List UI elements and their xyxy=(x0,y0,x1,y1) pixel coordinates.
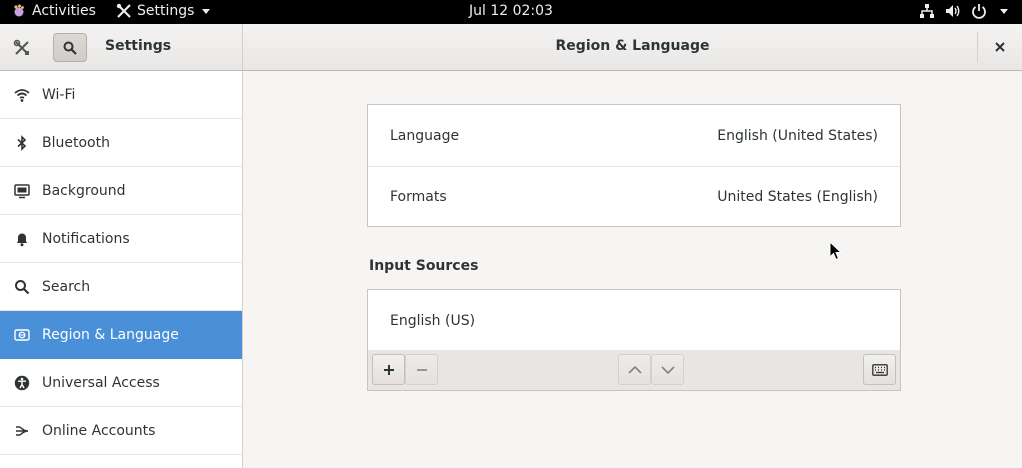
close-button[interactable] xyxy=(990,37,1010,57)
sidebar-item-online-accounts[interactable]: Online Accounts xyxy=(0,407,242,455)
sidebar-item-region-language[interactable]: Region & Language xyxy=(0,311,242,359)
sidebar-item-label: Background xyxy=(42,182,126,199)
input-sources-list: English (US) xyxy=(367,289,901,351)
header-separator xyxy=(977,32,978,62)
sidebar-item-label: Universal Access xyxy=(42,374,160,391)
sidebar-item-label: Wi-Fi xyxy=(42,86,76,103)
sidebar-title: Settings xyxy=(105,38,172,54)
sidebar-item-label: Region & Language xyxy=(42,326,179,343)
power-icon xyxy=(972,4,986,19)
volume-icon xyxy=(946,5,960,17)
search-icon xyxy=(63,41,77,55)
language-value: English (United States) xyxy=(717,127,878,144)
system-tray[interactable] xyxy=(919,3,1008,19)
move-down-button[interactable] xyxy=(651,354,684,385)
sidebar-item-bluetooth[interactable]: Bluetooth xyxy=(0,119,242,167)
sidebar-item-notifications[interactable]: Notifications xyxy=(0,215,242,263)
sidebar-item-search[interactable]: Search xyxy=(0,263,242,311)
plus-icon xyxy=(383,364,394,375)
formats-value: United States (English) xyxy=(717,189,878,205)
language-row[interactable]: Language English (United States) xyxy=(368,105,900,166)
chevron-down-icon xyxy=(660,365,675,374)
input-source-row[interactable]: English (US) xyxy=(368,290,900,351)
sidebar: Wi-Fi Bluetooth Background Notifications xyxy=(0,71,243,468)
clock: Jul 12 02:03 xyxy=(0,3,1022,19)
background-icon xyxy=(14,183,30,199)
page-title: Region & Language xyxy=(555,38,710,54)
chevron-up-icon xyxy=(627,365,642,374)
sidebar-header: Settings xyxy=(0,24,243,70)
search-icon xyxy=(14,279,30,295)
input-sources-title: Input Sources xyxy=(369,258,479,274)
sidebar-item-label: Search xyxy=(42,278,91,295)
input-sources-toolbar xyxy=(367,350,901,391)
keyboard-layout-button[interactable] xyxy=(863,354,896,385)
wifi-icon xyxy=(14,87,30,103)
network-wired-icon xyxy=(920,4,934,18)
formats-label: Formats xyxy=(390,189,447,205)
header-bar: Settings Region & Language xyxy=(0,24,1022,71)
sidebar-item-universal-access[interactable]: Universal Access xyxy=(0,359,242,407)
minus-icon xyxy=(416,368,427,371)
region-icon xyxy=(14,327,30,343)
keyboard-icon xyxy=(871,363,888,376)
language-label: Language xyxy=(390,127,460,144)
mouse-cursor-icon xyxy=(829,241,843,261)
sidebar-item-background[interactable]: Background xyxy=(0,167,242,215)
top-bar: Activities Settings Jul 12 02:03 xyxy=(0,0,1022,24)
sidebar-item-label: Online Accounts xyxy=(42,422,156,439)
online-accounts-icon xyxy=(14,423,30,439)
sidebar-item-label: Bluetooth xyxy=(42,134,110,151)
settings-tools-icon xyxy=(10,36,34,60)
clock-label[interactable]: Jul 12 02:03 xyxy=(469,3,553,19)
accessibility-icon xyxy=(14,375,30,391)
bell-icon xyxy=(14,231,30,247)
input-source-label: English (US) xyxy=(390,312,476,329)
search-button[interactable] xyxy=(53,33,87,62)
sidebar-item-wifi[interactable]: Wi-Fi xyxy=(0,71,242,119)
add-input-source-button[interactable] xyxy=(372,354,405,385)
move-up-button[interactable] xyxy=(618,354,651,385)
language-formats-list: Language English (United States) Formats… xyxy=(367,104,901,227)
remove-input-source-button[interactable] xyxy=(405,354,438,385)
formats-row[interactable]: Formats United States (English) xyxy=(368,166,900,227)
sidebar-item-label: Notifications xyxy=(42,230,130,247)
close-icon xyxy=(995,42,1005,52)
bluetooth-icon xyxy=(14,134,30,151)
chevron-down-icon xyxy=(1000,8,1008,14)
